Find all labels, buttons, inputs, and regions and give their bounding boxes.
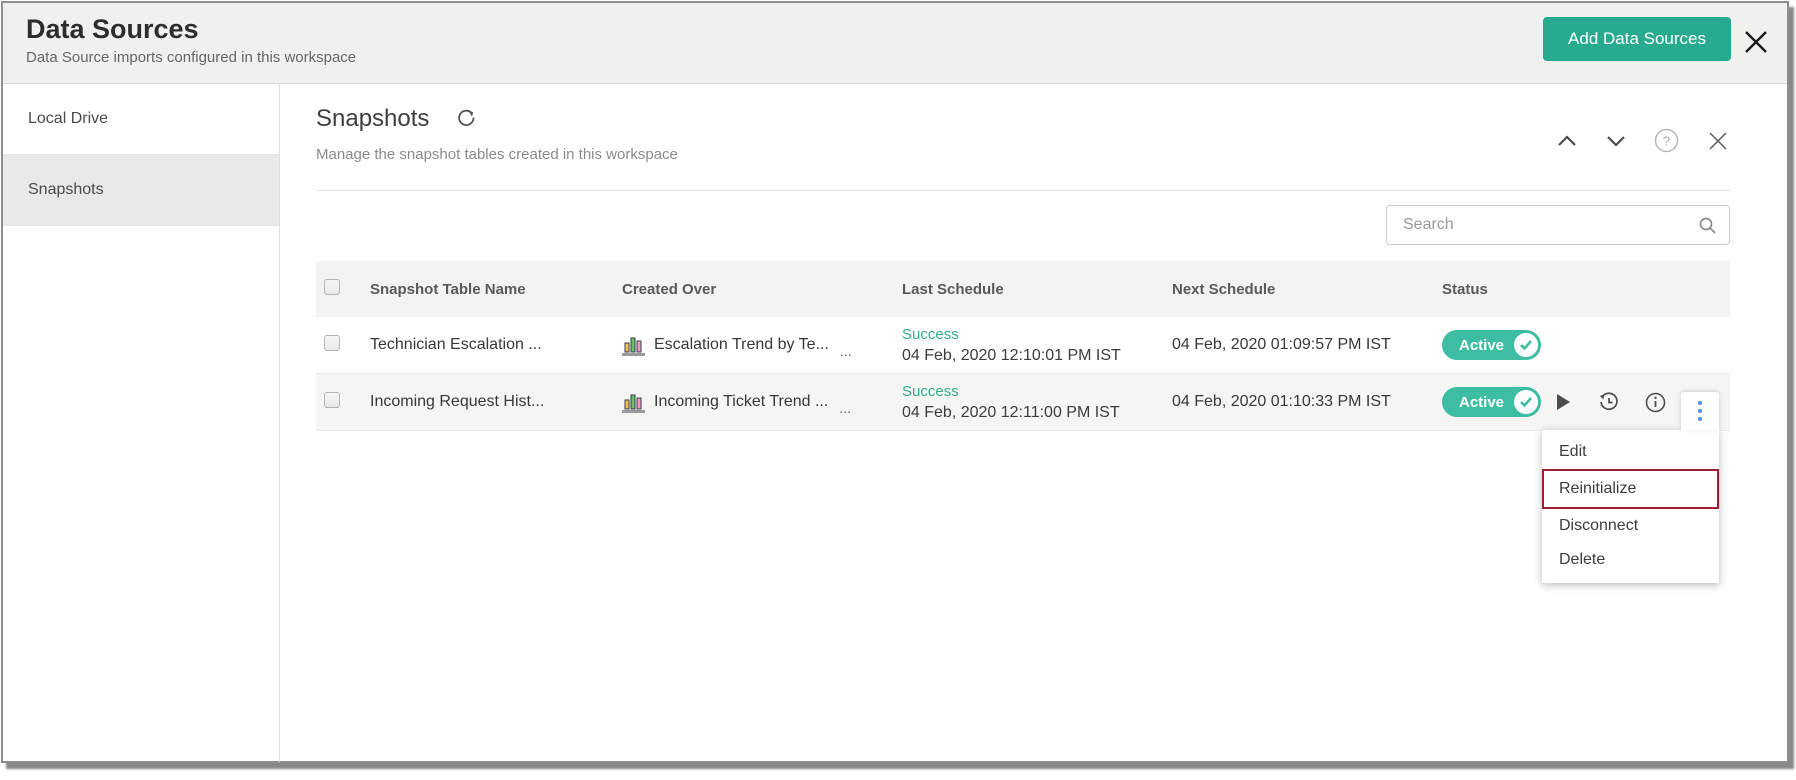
run-history-icon[interactable] — [1597, 392, 1619, 412]
table-row[interactable]: Technician Escalation ... Escalation Tre… — [316, 317, 1730, 374]
play-icon[interactable] — [1555, 393, 1571, 411]
vertical-ellipsis-icon[interactable] — [1681, 392, 1719, 430]
dialog-subtitle: Data Source imports configured in this w… — [26, 49, 1787, 66]
snapshot-name: Technician Escalation ... — [370, 336, 622, 354]
column-header: Status — [1442, 281, 1730, 298]
snapshot-name: Incoming Request Hist... — [370, 393, 622, 411]
bar-chart-icon — [622, 335, 645, 356]
sidebar-item-label: Snapshots — [28, 181, 104, 199]
menu-item-delete[interactable]: Delete — [1542, 543, 1719, 577]
row-checkbox[interactable] — [324, 392, 340, 408]
close-icon[interactable] — [1741, 27, 1771, 57]
divider — [316, 190, 1730, 191]
chevron-down-icon[interactable] — [1605, 134, 1627, 148]
next-schedule-time: 04 Feb, 2020 01:10:33 PM IST — [1172, 393, 1442, 411]
dialog-header: Data Sources Data Source imports configu… — [3, 3, 1787, 84]
column-header: Next Schedule — [1172, 281, 1442, 298]
row-checkbox[interactable] — [324, 335, 340, 351]
sidebar: Local Drive Snapshots — [3, 84, 280, 762]
created-over-name: Escalation Trend by Te... — [654, 336, 829, 354]
column-header: Last Schedule — [902, 281, 1172, 298]
column-header: Created Over — [622, 281, 902, 298]
close-icon[interactable] — [1706, 129, 1730, 153]
table-header-row: Snapshot Table Name Created Over Last Sc… — [316, 261, 1730, 317]
status-badge-label: Active — [1459, 337, 1504, 354]
last-schedule-time: 04 Feb, 2020 12:11:00 PM IST — [902, 402, 1172, 423]
sidebar-item-local-drive[interactable]: Local Drive — [3, 84, 279, 155]
menu-item-reinitialize[interactable]: Reinitialize — [1542, 469, 1719, 509]
table-row[interactable]: Incoming Request Hist... Incoming Ticket… — [316, 374, 1730, 431]
last-schedule-time: 04 Feb, 2020 12:10:01 PM IST — [902, 345, 1172, 366]
sidebar-item-label: Local Drive — [28, 110, 108, 128]
svg-text:?: ? — [1663, 134, 1670, 149]
info-icon[interactable] — [1645, 392, 1666, 413]
data-sources-dialog: Data Sources Data Source imports configu… — [1, 1, 1789, 763]
status-badge[interactable]: Active — [1442, 387, 1541, 417]
panel-subtitle: Manage the snapshot tables created in th… — [316, 146, 1730, 163]
column-header: Snapshot Table Name — [370, 281, 622, 298]
snapshots-panel: Snapshots ? — [280, 84, 1787, 762]
next-schedule-time: 04 Feb, 2020 01:09:57 PM IST — [1172, 336, 1442, 354]
check-icon — [1514, 390, 1538, 414]
chevron-up-icon[interactable] — [1556, 134, 1578, 148]
status-badge[interactable]: Active — [1442, 330, 1541, 360]
search-icon[interactable] — [1698, 216, 1717, 235]
help-icon[interactable]: ? — [1654, 128, 1679, 153]
row-actions — [1555, 392, 1666, 413]
check-icon — [1514, 333, 1538, 357]
snapshots-table: Snapshot Table Name Created Over Last Sc… — [316, 261, 1730, 431]
select-all-checkbox[interactable] — [324, 279, 340, 295]
sidebar-item-snapshots[interactable]: Snapshots — [3, 155, 279, 226]
bar-chart-icon — [622, 392, 645, 413]
add-data-sources-button[interactable]: Add Data Sources — [1543, 17, 1731, 61]
status-badge-label: Active — [1459, 394, 1504, 411]
overflow-dots: ... — [840, 346, 852, 356]
overflow-dots: ... — [839, 403, 851, 413]
panel-title: Snapshots — [316, 104, 429, 134]
created-over-name: Incoming Ticket Trend ... — [654, 393, 828, 411]
menu-item-edit[interactable]: Edit — [1542, 435, 1719, 469]
dialog-title: Data Sources — [26, 14, 1787, 45]
row-context-menu: Edit Reinitialize Disconnect Delete — [1542, 430, 1719, 583]
search-box — [1386, 205, 1730, 245]
last-schedule-status: Success — [902, 325, 1172, 345]
menu-item-disconnect[interactable]: Disconnect — [1542, 509, 1719, 543]
search-input[interactable] — [1401, 215, 1698, 235]
refresh-icon[interactable] — [456, 108, 478, 130]
last-schedule-status: Success — [902, 382, 1172, 402]
